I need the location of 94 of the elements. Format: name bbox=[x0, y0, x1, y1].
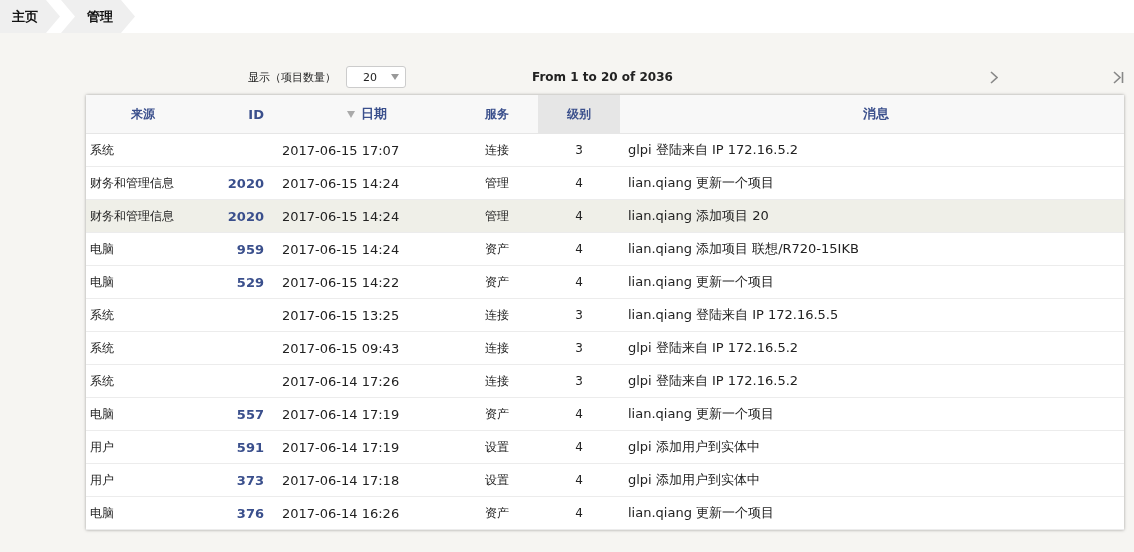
service-cell: 管理 bbox=[485, 175, 509, 190]
level-cell: 4 bbox=[575, 440, 583, 454]
service-cell: 资产 bbox=[485, 406, 509, 421]
source-cell: 电脑 bbox=[90, 274, 114, 289]
column-header[interactable]: 级别 bbox=[538, 95, 620, 134]
caret-icon bbox=[391, 74, 399, 80]
column-header[interactable]: 日期 bbox=[278, 95, 456, 134]
message-cell: glpi 登陆来自 IP 172.16.5.2 bbox=[628, 142, 799, 157]
source-cell: 系统 bbox=[90, 142, 114, 157]
source-cell: 系统 bbox=[90, 307, 114, 322]
level-cell: 4 bbox=[575, 506, 583, 520]
table-row[interactable]: 电脑 376 2017-06-14 16:26 资产 4 lian.qiang 更新一个项目 bbox=[86, 496, 1124, 530]
id-link[interactable]: 591 bbox=[236, 439, 264, 455]
breadcrumb-link[interactable]: 管理 bbox=[61, 0, 135, 33]
message-cell: lian.qiang 更新一个项目 bbox=[628, 175, 774, 190]
message-cell: lian.qiang 添加项目 联想/R720-15IKB bbox=[628, 241, 859, 256]
id-link[interactable]: 959 bbox=[236, 241, 264, 257]
table-row[interactable]: 系统 2017-06-15 13:25 连接 3 lian.qiang 登陆来自 IP 172.16.5.5 bbox=[86, 298, 1124, 332]
column-header[interactable]: 来源 bbox=[86, 95, 200, 134]
column-header[interactable]: 消息 bbox=[620, 95, 1124, 134]
service-cell: 连接 bbox=[485, 307, 509, 322]
source-cell: 电脑 bbox=[90, 241, 114, 256]
date-cell: 2017-06-15 13:25 bbox=[282, 307, 400, 323]
id-link[interactable]: 529 bbox=[236, 274, 264, 290]
table-row[interactable]: 电脑 557 2017-06-14 17:19 资产 4 lian.qiang 更新一个项目 bbox=[86, 397, 1124, 431]
level-cell: 4 bbox=[575, 176, 583, 190]
table-row[interactable]: 用户 373 2017-06-14 17:18 设置 4 glpi 添加用户到实体中 bbox=[86, 463, 1124, 497]
page-size-label: 显示（项目数量） bbox=[248, 69, 336, 85]
source-cell: 用户 bbox=[90, 472, 114, 487]
service-cell: 连接 bbox=[485, 142, 509, 157]
date-cell: 2017-06-14 17:19 bbox=[282, 406, 400, 422]
date-cell: 2017-06-14 16:26 bbox=[282, 505, 400, 521]
column-header[interactable]: ID bbox=[200, 95, 278, 134]
level-cell: 3 bbox=[575, 374, 583, 388]
date-cell: 2017-06-14 17:18 bbox=[282, 472, 400, 488]
message-cell: lian.qiang 更新一个项目 bbox=[628, 505, 774, 520]
table-row[interactable]: 电脑 959 2017-06-15 14:24 资产 4 lian.qiang 添加项目 联想/R720-15IKB bbox=[86, 232, 1124, 266]
date-cell: 2017-06-15 14:24 bbox=[282, 208, 400, 224]
last-page-icon[interactable] bbox=[1113, 70, 1124, 84]
breadcrumb-link[interactable]: 主页 bbox=[0, 0, 60, 33]
service-cell: 资产 bbox=[485, 274, 509, 289]
source-cell: 财务和管理信息 bbox=[90, 175, 174, 190]
date-cell: 2017-06-15 17:07 bbox=[282, 142, 400, 158]
message-cell: lian.qiang 更新一个项目 bbox=[628, 274, 774, 289]
message-cell: lian.qiang 更新一个项目 bbox=[628, 406, 774, 421]
source-cell: 系统 bbox=[90, 373, 114, 388]
table-row[interactable]: 用户 591 2017-06-14 17:19 设置 4 glpi 添加用户到实体中 bbox=[86, 430, 1124, 464]
column-header[interactable]: 服务 bbox=[456, 95, 538, 134]
table-row[interactable]: 系统 2017-06-15 17:07 连接 3 glpi 登陆来自 IP 172.16.5.2 bbox=[86, 133, 1124, 167]
service-cell: 资产 bbox=[485, 505, 509, 520]
id-link[interactable]: 2020 bbox=[227, 175, 264, 191]
date-cell: 2017-06-14 17:26 bbox=[282, 373, 400, 389]
source-cell: 电脑 bbox=[90, 505, 114, 520]
date-cell: 2017-06-15 14:24 bbox=[282, 175, 400, 191]
page-size-select[interactable]: 20 bbox=[346, 66, 406, 88]
level-cell: 4 bbox=[575, 209, 583, 223]
message-cell: lian.qiang 登陆来自 IP 172.16.5.5 bbox=[628, 307, 839, 322]
id-link[interactable]: 376 bbox=[236, 505, 264, 521]
service-cell: 连接 bbox=[485, 373, 509, 388]
date-cell: 2017-06-14 17:19 bbox=[282, 439, 400, 455]
date-cell: 2017-06-15 14:24 bbox=[282, 241, 400, 257]
level-cell: 3 bbox=[575, 341, 583, 355]
service-cell: 资产 bbox=[485, 241, 509, 256]
level-cell: 4 bbox=[575, 473, 583, 487]
message-cell: glpi 添加用户到实体中 bbox=[628, 439, 760, 454]
source-cell: 用户 bbox=[90, 439, 114, 454]
level-cell: 4 bbox=[575, 407, 583, 421]
level-cell: 3 bbox=[575, 143, 583, 157]
message-cell: glpi 登陆来自 IP 172.16.5.2 bbox=[628, 373, 799, 388]
message-cell: lian.qiang 添加项目 20 bbox=[628, 208, 769, 223]
table-row[interactable]: 电脑 529 2017-06-15 14:22 资产 4 lian.qiang 更新一个项目 bbox=[86, 265, 1124, 299]
id-link[interactable]: 373 bbox=[236, 472, 264, 488]
message-cell: glpi 添加用户到实体中 bbox=[628, 472, 760, 487]
source-cell: 系统 bbox=[90, 340, 114, 355]
service-cell: 设置 bbox=[485, 439, 509, 454]
service-cell: 连接 bbox=[485, 340, 509, 355]
level-cell: 4 bbox=[575, 275, 583, 289]
level-cell: 3 bbox=[575, 308, 583, 322]
id-link[interactable]: 557 bbox=[236, 406, 264, 422]
id-link[interactable]: 2020 bbox=[227, 208, 264, 224]
message-cell: glpi 登陆来自 IP 172.16.5.2 bbox=[628, 340, 799, 355]
next-page-icon[interactable] bbox=[990, 70, 998, 84]
record-range: From 1 to 20 of 2036 bbox=[532, 70, 674, 84]
service-cell: 管理 bbox=[485, 208, 509, 223]
table-row[interactable]: 财务和管理信息 2020 2017-06-15 14:24 管理 4 lian.qiang 更新一个项目 bbox=[86, 166, 1124, 200]
table-row[interactable]: 财务和管理信息 2020 2017-06-15 14:24 管理 4 lian.qiang 添加项目 20 bbox=[86, 199, 1124, 233]
table-row[interactable]: 系统 2017-06-14 17:26 连接 3 glpi 登陆来自 IP 172.16.5.2 bbox=[86, 364, 1124, 398]
service-cell: 设置 bbox=[485, 472, 509, 487]
source-cell: 电脑 bbox=[90, 406, 114, 421]
date-cell: 2017-06-15 09:43 bbox=[282, 340, 400, 356]
source-cell: 财务和管理信息 bbox=[90, 208, 174, 223]
table-row[interactable]: 系统 2017-06-15 09:43 连接 3 glpi 登陆来自 IP 172.16.5.2 bbox=[86, 331, 1124, 365]
date-cell: 2017-06-15 14:22 bbox=[282, 274, 400, 290]
level-cell: 4 bbox=[575, 242, 583, 256]
